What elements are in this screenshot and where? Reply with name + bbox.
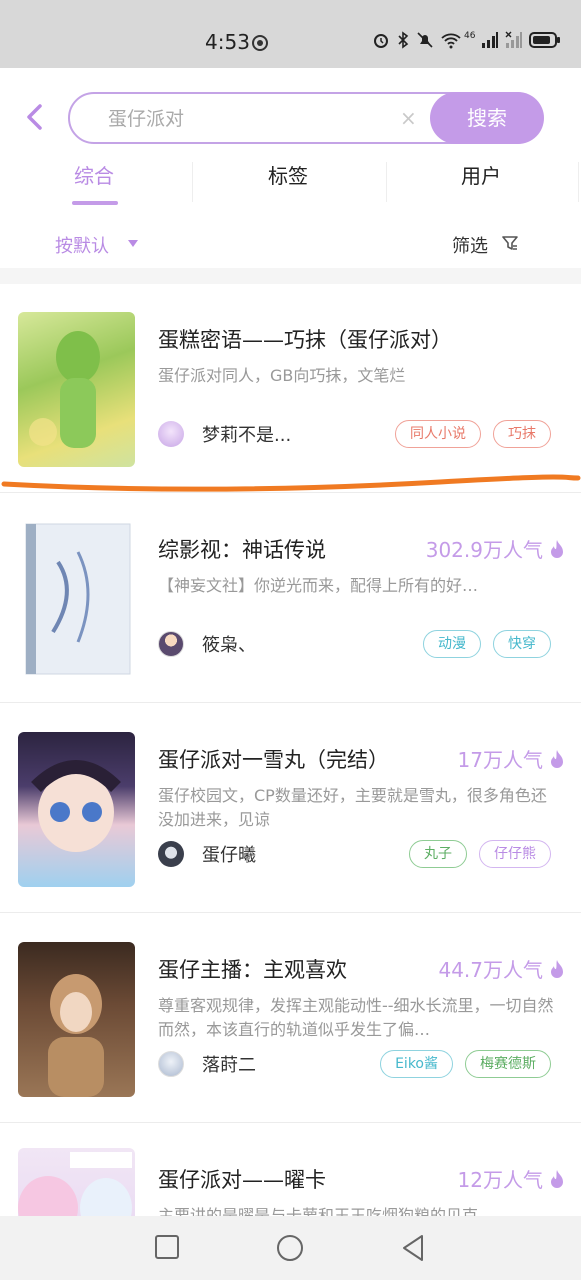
author-row: 落莳二 bbox=[158, 1050, 256, 1078]
wifi-icon bbox=[441, 33, 461, 49]
tag[interactable]: 梅赛德斯 bbox=[465, 1050, 551, 1078]
bluetooth-icon bbox=[398, 31, 409, 49]
tag[interactable]: 动漫 bbox=[423, 630, 481, 658]
tab-users[interactable]: 用户 bbox=[461, 160, 501, 189]
tag-list: Eiko酱 梅赛德斯 bbox=[380, 1050, 551, 1078]
popularity: 302.9万人气 bbox=[426, 534, 565, 563]
author-row: 梦莉不是... bbox=[158, 420, 291, 448]
tab-bar: 综合 标签 用户 bbox=[0, 160, 581, 210]
tag-list: 动漫 快穿 bbox=[423, 630, 551, 658]
home-icon[interactable] bbox=[276, 1234, 304, 1262]
tag[interactable]: 快穿 bbox=[493, 630, 551, 658]
popularity-count: 12万人气 bbox=[457, 1168, 543, 1192]
book-cover bbox=[18, 732, 135, 887]
flame-icon bbox=[551, 1169, 563, 1188]
book-cover bbox=[18, 312, 135, 467]
popularity-count: 44.7万人气 bbox=[438, 958, 543, 982]
author-name: 落莳二 bbox=[202, 1055, 256, 1076]
list-item[interactable]: 蛋糕密语——巧抹（蛋仔派对） 蛋仔派对同人，GB向巧抹，文笔烂 梦莉不是... … bbox=[0, 284, 581, 493]
book-cover bbox=[18, 1148, 135, 1216]
tab-divider bbox=[578, 162, 579, 202]
tag[interactable]: 仔仔熊 bbox=[479, 840, 551, 868]
tab-divider bbox=[192, 162, 193, 202]
popularity: 12万人气 bbox=[458, 1164, 565, 1193]
section-gap bbox=[0, 268, 581, 284]
list-item[interactable]: 蛋仔派对一雪丸（完结） 17万人气 蛋仔校园文，CP数量还好，主要就是雪丸，很多… bbox=[0, 704, 581, 913]
book-title: 蛋仔派对——曜卡 bbox=[158, 1168, 326, 1192]
author-row: 筱枭、 bbox=[158, 630, 256, 658]
flame-icon bbox=[551, 959, 563, 978]
caret-down-icon[interactable] bbox=[128, 240, 138, 247]
tag[interactable]: 巧抹 bbox=[493, 420, 551, 448]
avatar bbox=[158, 841, 184, 867]
book-description: 【神妄文社】你逆光而来，配得上所有的好… bbox=[158, 576, 479, 595]
sort-row: 按默认 筛选 bbox=[0, 228, 581, 262]
tag[interactable]: 同人小说 bbox=[395, 420, 481, 448]
filter-icon[interactable] bbox=[501, 234, 519, 252]
search-box: × 搜索 bbox=[68, 92, 544, 144]
cover-illustration bbox=[25, 523, 131, 675]
book-title: 蛋仔主播：主观喜欢 bbox=[158, 958, 347, 982]
avatar bbox=[158, 1051, 184, 1077]
system-nav-bar bbox=[0, 1216, 581, 1280]
flame-icon bbox=[551, 749, 563, 768]
author-name: 筱枭、 bbox=[202, 635, 256, 656]
tab-tags[interactable]: 标签 bbox=[268, 160, 308, 189]
cover-illustration bbox=[18, 1152, 132, 1216]
shield-icon bbox=[252, 35, 268, 51]
author-name: 梦莉不是... bbox=[202, 425, 292, 446]
book-description: 尊重客观规律，发挥主观能动性--细水长流里，一切自然而然，本该直行的轨道似乎发生… bbox=[158, 996, 554, 1039]
back-icon[interactable] bbox=[22, 102, 48, 132]
avatar bbox=[158, 631, 184, 657]
status-time: 4:53 bbox=[205, 30, 250, 54]
search-input[interactable] bbox=[108, 106, 368, 128]
cover-illustration bbox=[48, 974, 104, 1097]
book-title: 蛋仔派对一雪丸（完结） bbox=[158, 748, 389, 772]
tab-active-indicator bbox=[72, 201, 118, 205]
flame-icon bbox=[551, 539, 563, 558]
book-description: 主要讲的是曜是与卡萝和王王吃烟狗粮的贝克 bbox=[158, 1206, 479, 1216]
tag-list: 丸子 仔仔熊 bbox=[409, 840, 551, 868]
book-title: 综影视：神话传说 bbox=[158, 538, 326, 562]
status-bar: 4:53 46 bbox=[0, 0, 581, 68]
list-item[interactable]: 综影视：神话传说 302.9万人气 【神妄文社】你逆光而来，配得上所有的好… 筱… bbox=[0, 494, 581, 703]
battery-icon bbox=[529, 32, 561, 48]
clear-icon[interactable]: × bbox=[400, 106, 417, 130]
tag[interactable]: Eiko酱 bbox=[380, 1050, 453, 1078]
popularity: 17万人气 bbox=[458, 744, 565, 773]
search-button[interactable]: 搜索 bbox=[430, 92, 544, 144]
popularity-count: 302.9万人气 bbox=[425, 538, 543, 562]
signal-icon bbox=[505, 31, 523, 48]
search-header: × 搜索 综合 标签 用户 按默认 筛选 bbox=[0, 68, 581, 268]
author-row: 蛋仔曦 bbox=[158, 840, 256, 868]
signal-icon bbox=[482, 32, 499, 48]
mute-icon bbox=[417, 32, 433, 48]
book-description: 蛋仔校园文，CP数量还好，主要就是雪丸，很多角色还没加进来，见谅 bbox=[158, 786, 547, 829]
book-cover bbox=[18, 942, 135, 1097]
tag[interactable]: 丸子 bbox=[409, 840, 467, 868]
book-cover bbox=[18, 522, 135, 677]
list-item[interactable]: 蛋仔派对——曜卡 12万人气 主要讲的是曜是与卡萝和王王吃烟狗粮的贝克 bbox=[0, 1124, 581, 1216]
tag-list: 同人小说 巧抹 bbox=[395, 420, 551, 448]
status-icons: 46 bbox=[372, 31, 561, 49]
book-title: 蛋糕密语——巧抹（蛋仔派对） bbox=[158, 328, 452, 352]
sort-dropdown[interactable]: 按默认 bbox=[55, 232, 109, 258]
list-item[interactable]: 蛋仔主播：主观喜欢 44.7万人气 尊重客观规律，发挥主观能动性--细水长流里，… bbox=[0, 914, 581, 1123]
tab-divider bbox=[386, 162, 387, 202]
avatar bbox=[158, 421, 184, 447]
author-name: 蛋仔曦 bbox=[202, 845, 256, 866]
popularity-count: 17万人气 bbox=[457, 748, 543, 772]
cover-illustration bbox=[29, 331, 100, 448]
filter-button[interactable]: 筛选 bbox=[452, 232, 488, 258]
popularity: 44.7万人气 bbox=[438, 954, 565, 983]
book-description: 蛋仔派对同人，GB向巧抹，文笔烂 bbox=[158, 366, 406, 385]
cover-illustration bbox=[31, 760, 121, 852]
alarm-icon bbox=[374, 34, 388, 48]
recent-apps-icon[interactable] bbox=[154, 1234, 180, 1260]
back-nav-icon[interactable] bbox=[400, 1234, 426, 1262]
tab-comprehensive[interactable]: 综合 bbox=[74, 160, 114, 189]
network-label: 46 bbox=[464, 31, 476, 41]
